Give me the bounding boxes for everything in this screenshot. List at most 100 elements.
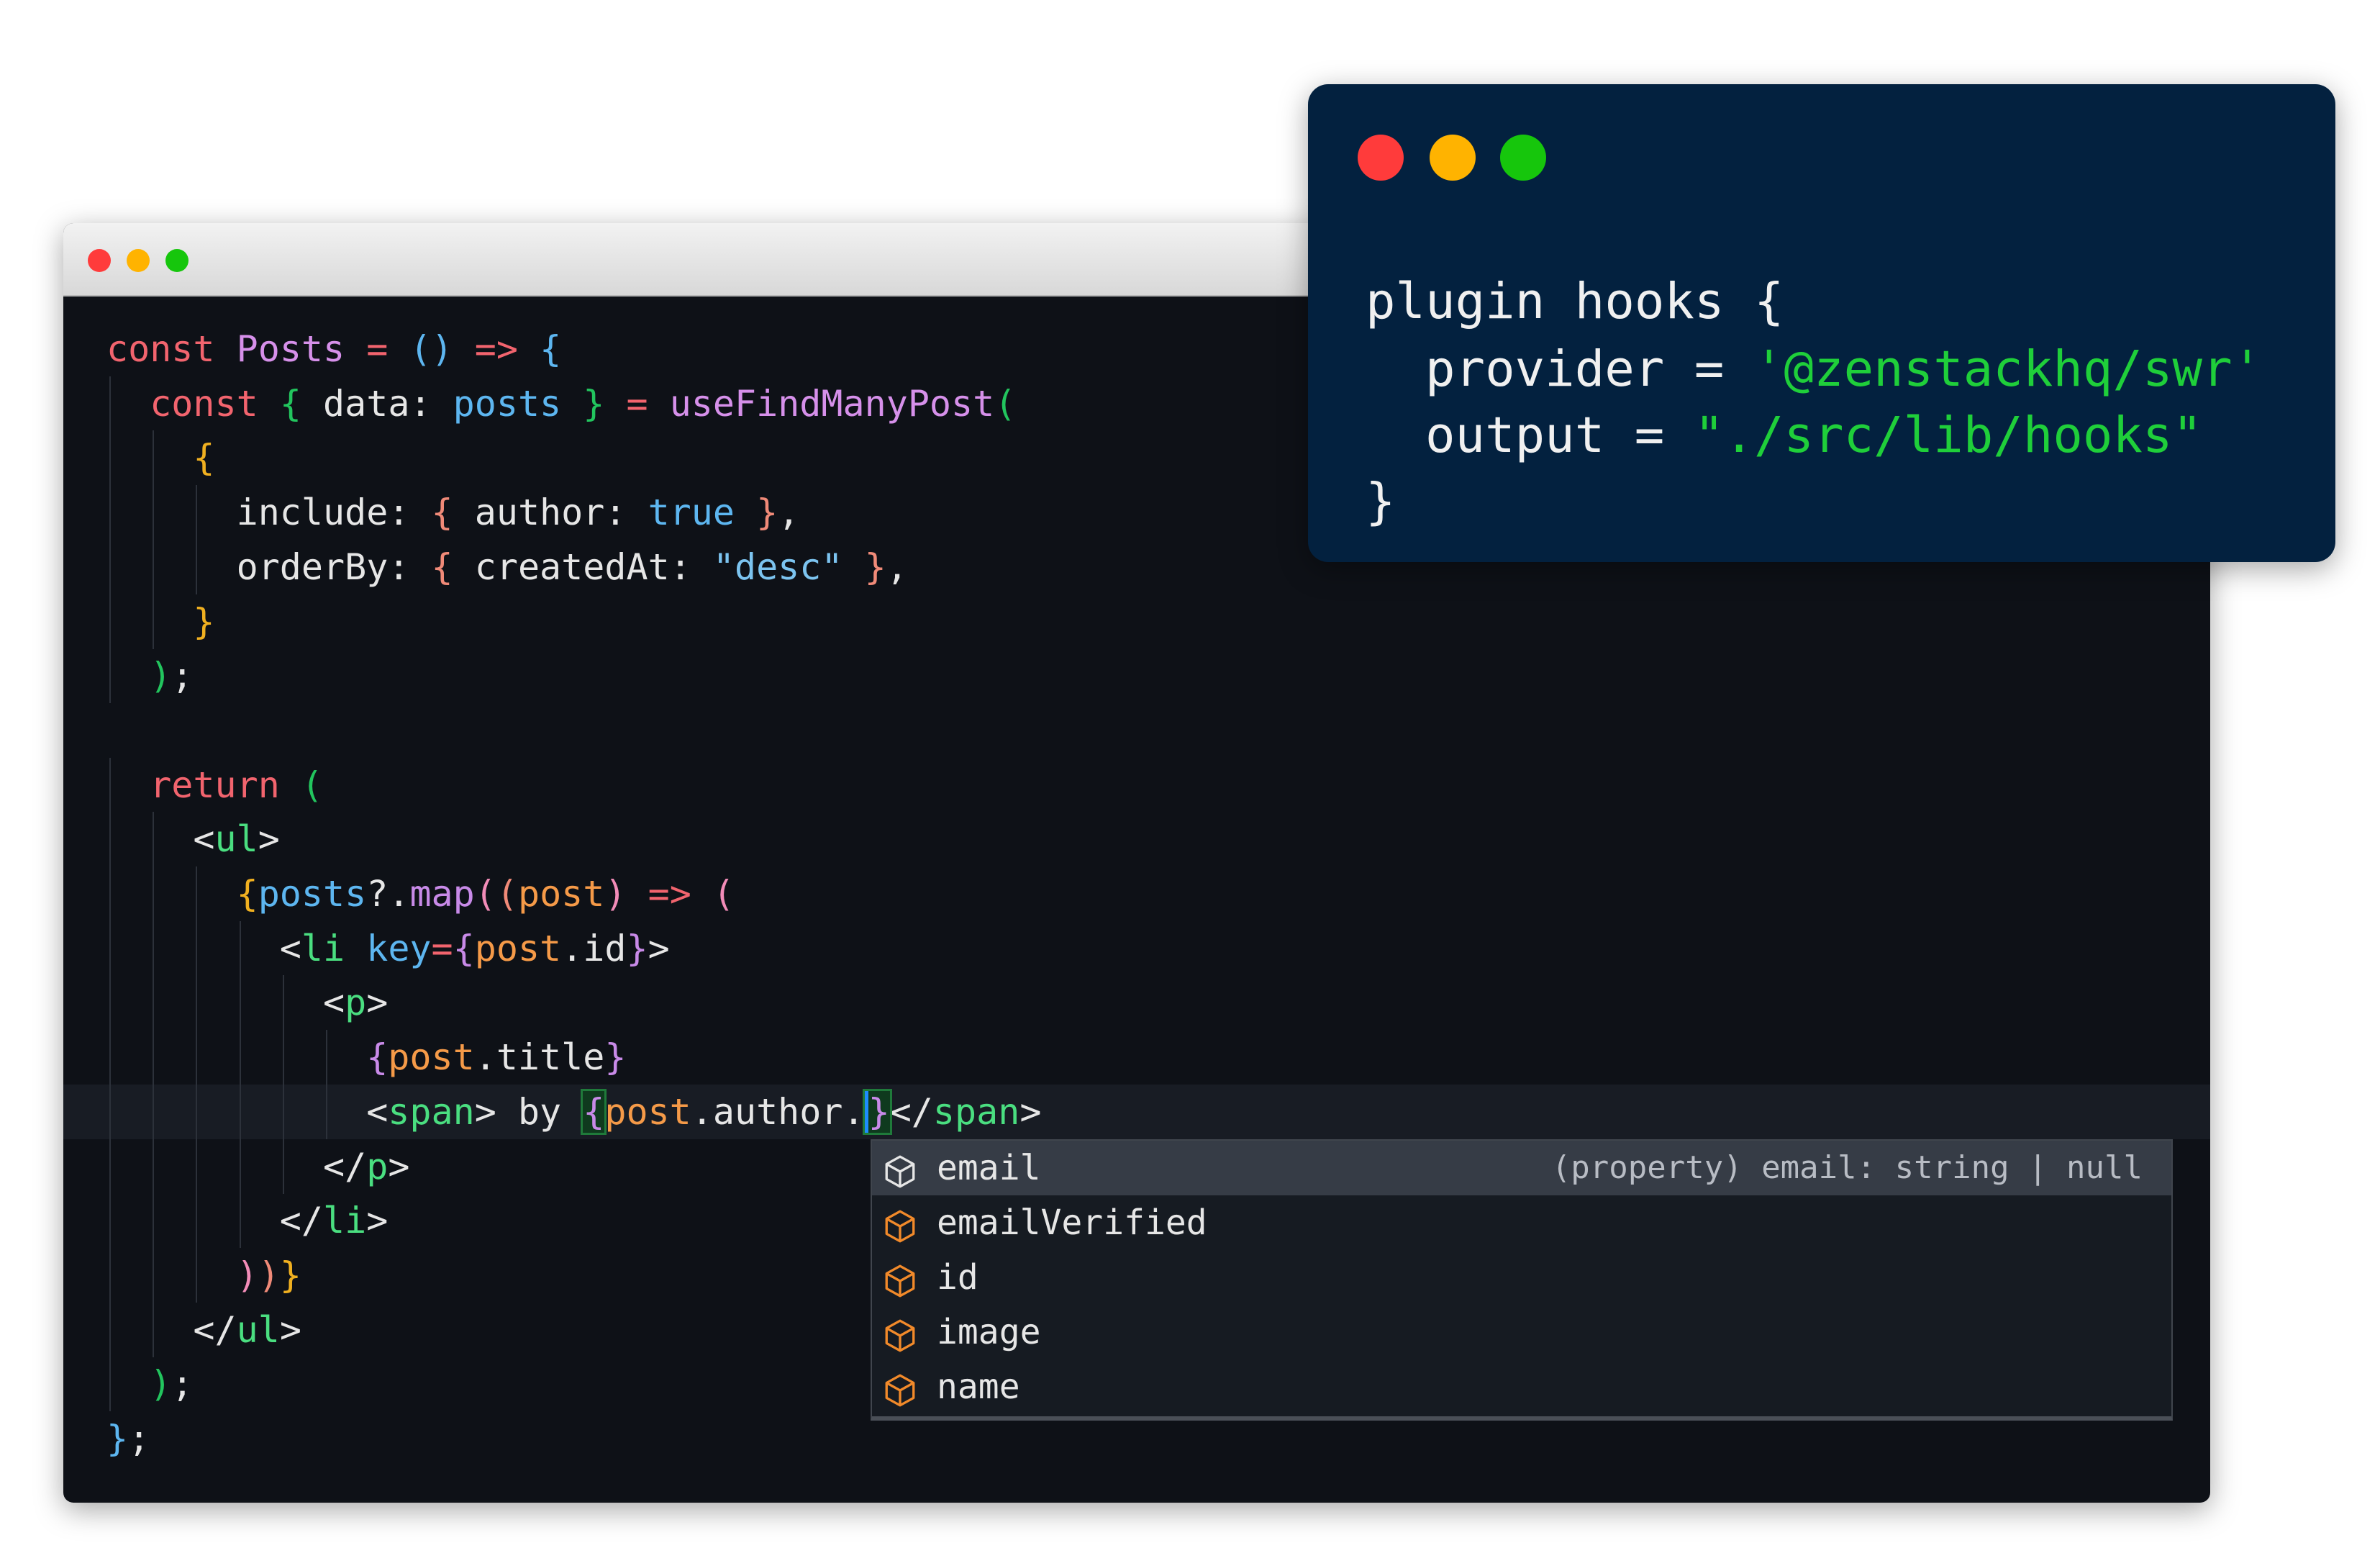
indent-guide — [109, 1302, 111, 1357]
indent-guide — [153, 866, 155, 921]
code-token: } — [561, 382, 605, 425]
indent-guide — [239, 1193, 241, 1249]
indent-guide — [153, 485, 155, 540]
code-token: < — [279, 927, 301, 969]
property-cube-icon — [882, 1151, 918, 1188]
code-token: , — [778, 492, 800, 534]
code-token: ) — [150, 655, 172, 697]
close-button[interactable] — [1358, 135, 1404, 181]
code-token: span — [388, 1090, 475, 1133]
autocomplete-item-image[interactable]: image — [872, 1305, 2171, 1359]
autocomplete-label: id — [937, 1257, 978, 1298]
plugin-declaration: plugin hooks { — [1366, 273, 1784, 330]
autocomplete-item-id[interactable]: id — [872, 1250, 2171, 1305]
indent-guide — [153, 539, 155, 594]
indent-guide — [109, 376, 111, 431]
output-line: output = "./src/lib/hooks" — [1425, 402, 2202, 469]
indent-guide — [196, 485, 198, 540]
code-token: ( — [712, 873, 735, 915]
code-token: ; — [171, 1363, 194, 1406]
indent-guide — [109, 594, 111, 649]
maximize-button[interactable] — [1500, 135, 1546, 181]
code-token: return — [150, 764, 301, 806]
property-cube-icon — [882, 1205, 918, 1243]
code-line[interactable]: return ( — [63, 757, 2210, 813]
indent-guide — [196, 1030, 198, 1085]
code-token: } — [862, 1088, 892, 1135]
autocomplete-popup: email (property) email: string | null emai… — [871, 1139, 2173, 1421]
code-token: ( — [301, 764, 324, 806]
code-token: posts — [258, 873, 367, 915]
output-value: "./src/lib/hooks" — [1694, 407, 2203, 464]
code-token: const — [106, 328, 237, 370]
code-token: post — [604, 1090, 691, 1133]
indent-guide — [239, 1139, 241, 1194]
code-token: < — [323, 982, 345, 1024]
indent-guide — [239, 1030, 241, 1085]
code-token: include: — [236, 492, 432, 534]
code-token: { — [193, 437, 215, 479]
provider-line: provider = '@zenstackhq/swr' — [1425, 336, 2262, 403]
minimize-button[interactable] — [1430, 135, 1476, 181]
code-token: => — [626, 873, 713, 915]
indent-guide — [153, 975, 155, 1031]
code-line[interactable] — [63, 703, 2210, 758]
indent-guide — [109, 757, 111, 813]
indent-guide — [239, 920, 241, 976]
code-token: posts — [453, 382, 562, 425]
code-token: const — [150, 382, 280, 425]
code-token: < — [366, 1090, 389, 1133]
code-token: span — [932, 1090, 1020, 1133]
code-token: > by — [474, 1090, 583, 1133]
code-token: post — [474, 927, 562, 969]
code-token: post — [388, 1036, 475, 1079]
code-token: map — [409, 873, 475, 915]
indent-guide — [109, 648, 111, 704]
code-line[interactable]: <ul> — [63, 812, 2210, 867]
code-line[interactable]: } — [63, 594, 2210, 649]
code-token: ?. — [366, 873, 410, 915]
code-token: { — [279, 382, 301, 425]
code-token: data: — [301, 382, 453, 425]
indent-guide — [109, 1139, 111, 1194]
indent-guide — [239, 1084, 241, 1139]
code-token: ul — [236, 1308, 280, 1351]
autocomplete-item-email[interactable]: email (property) email: string | null — [872, 1141, 2171, 1195]
code-line[interactable]: {post.title} — [63, 1030, 2210, 1085]
closing-brace: } — [1366, 473, 1396, 530]
code-line[interactable]: ); — [63, 648, 2210, 704]
code-token: = — [345, 328, 410, 370]
code-line[interactable]: <p> — [63, 975, 2210, 1031]
code-token: () — [409, 328, 453, 370]
provider-key: provider = — [1425, 340, 1754, 398]
autocomplete-item-emailVerified[interactable]: emailVerified — [872, 1195, 2171, 1250]
code-token: key — [366, 927, 432, 969]
indent-guide — [153, 1247, 155, 1303]
code-token: </ — [193, 1308, 237, 1351]
autocomplete-item-name[interactable]: name — [872, 1359, 2171, 1414]
code-token: p — [366, 1145, 389, 1187]
indent-guide — [109, 1030, 111, 1085]
indent-guide — [239, 975, 241, 1031]
code-token: </ — [323, 1145, 367, 1187]
indent-guide — [109, 485, 111, 540]
indent-guide — [109, 1193, 111, 1249]
code-token: { — [236, 873, 258, 915]
code-token: > — [388, 1145, 410, 1187]
code-token: } — [842, 546, 886, 588]
indent-guide — [109, 1247, 111, 1303]
code-token: = — [604, 382, 670, 425]
indent-guide — [153, 594, 155, 649]
indent-guide — [282, 1030, 284, 1085]
code-token: { — [366, 1036, 389, 1079]
code-line[interactable]: <li key={post.id}> — [63, 920, 2210, 976]
indent-guide — [153, 1139, 155, 1194]
indent-guide — [326, 1084, 327, 1139]
code-line[interactable]: {posts?.map((post) => ( — [63, 866, 2210, 921]
code-token: > — [1019, 1090, 1042, 1133]
indent-guide — [326, 1030, 327, 1085]
indent-guide — [196, 1139, 198, 1194]
code-token: post — [517, 873, 605, 915]
code-line[interactable]: <span> by {post.author.}</span> — [63, 1084, 2210, 1139]
code-token: ) — [258, 1254, 280, 1296]
